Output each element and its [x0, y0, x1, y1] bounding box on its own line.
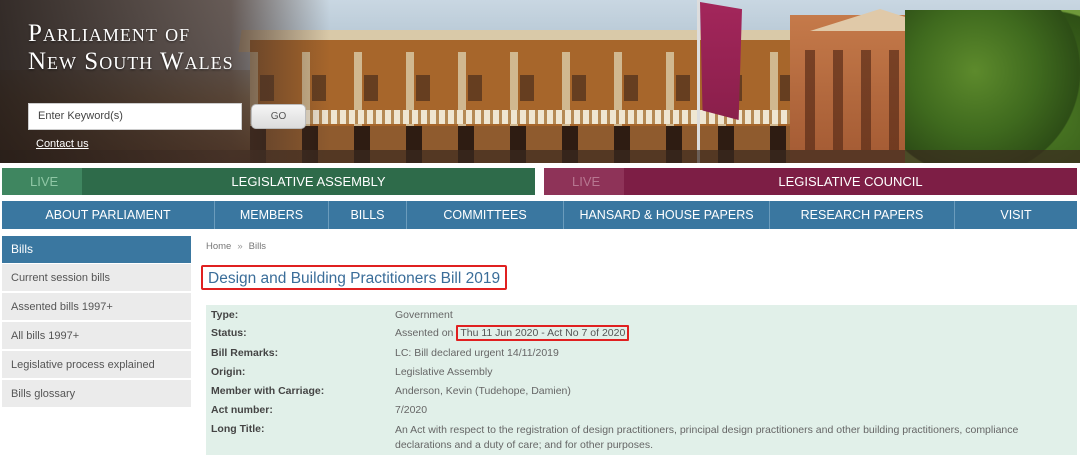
status-value-wrap: Assented on Thu 11 Jun 2020 - Act No 7 o…	[395, 325, 630, 341]
sidebar-heading-bills[interactable]: Bills	[2, 236, 191, 263]
nav-item-committees[interactable]: COMMITTEES	[407, 201, 564, 229]
breadcrumb-home[interactable]: Home	[206, 241, 231, 252]
nav-item-about-parliament[interactable]: ABOUT PARLIAMENT	[2, 201, 215, 229]
member-value[interactable]: Anderson, Kevin (Tudehope, Damien)	[395, 385, 571, 397]
member-label: Member with Carriage:	[211, 385, 325, 397]
long-title-label: Long Title:	[211, 423, 265, 435]
main-nav: ABOUT PARLIAMENT MEMBERS BILLS COMMITTEE…	[2, 201, 1077, 229]
flagpole	[697, 0, 700, 163]
assembly-live-button[interactable]: LIVE	[2, 168, 82, 195]
contact-us-link[interactable]: Contact us	[36, 138, 89, 150]
sidebar-item-all-bills[interactable]: All bills 1997+	[2, 322, 191, 350]
sidebar: Bills Current session bills Assented bil…	[2, 236, 191, 408]
nav-item-hansard[interactable]: HANSARD & HOUSE PAPERS	[564, 201, 770, 229]
go-button[interactable]: GO	[251, 104, 306, 129]
council-label: LEGISLATIVE COUNCIL	[778, 174, 923, 189]
header-banner: Parliament of New South Wales Enter Keyw…	[0, 0, 1080, 163]
breadcrumb-separator: »	[237, 241, 243, 252]
sidebar-item-assented-bills[interactable]: Assented bills 1997+	[2, 293, 191, 321]
status-label: Status:	[211, 327, 247, 339]
legislative-assembly-bar[interactable]: LIVE LEGISLATIVE ASSEMBLY	[2, 168, 535, 195]
long-title-value: An Act with respect to the registration …	[395, 424, 1019, 451]
status-prefix: Assented on	[395, 327, 454, 339]
nav-item-bills[interactable]: BILLS	[329, 201, 407, 229]
origin-label: Origin:	[211, 366, 246, 378]
site-title-line2: New South Wales	[28, 48, 234, 75]
site-title-line1: Parliament of	[28, 20, 191, 47]
nav-item-members[interactable]: MEMBERS	[215, 201, 329, 229]
sidebar-item-bills-glossary[interactable]: Bills glossary	[2, 380, 191, 408]
page-title: Design and Building Practitioners Bill 2…	[201, 265, 508, 290]
bill-details-panel: Type: Government Status: Assented on Thu…	[206, 305, 1077, 455]
remarks-label: Bill Remarks:	[211, 347, 279, 359]
status-value-highlight: Thu 11 Jun 2020 - Act No 7 of 2020	[456, 325, 630, 341]
council-live-button[interactable]: LIVE	[544, 168, 624, 195]
nav-item-visit[interactable]: VISIT	[955, 201, 1077, 229]
type-value: Government	[395, 309, 453, 321]
nav-item-research-papers[interactable]: RESEARCH PAPERS	[770, 201, 955, 229]
sidebar-item-legislative-process[interactable]: Legislative process explained	[2, 351, 191, 379]
banner-flag	[700, 2, 742, 120]
breadcrumb-bills[interactable]: Bills	[249, 241, 266, 252]
remarks-value: LC: Bill declared urgent 14/11/2019	[395, 347, 559, 359]
origin-value: Legislative Assembly	[395, 366, 493, 378]
site-logo-title[interactable]: Parliament of New South Wales	[28, 20, 234, 76]
act-number-value: 7/2020	[395, 404, 428, 416]
legislative-council-bar[interactable]: LIVE LEGISLATIVE COUNCIL	[544, 168, 1077, 195]
assembly-label: LEGISLATIVE ASSEMBLY	[231, 174, 386, 189]
sidebar-item-current-session[interactable]: Current session bills	[2, 264, 191, 292]
breadcrumb: Home » Bills	[206, 241, 266, 252]
type-label: Type:	[211, 309, 239, 321]
act-number-label: Act number:	[211, 404, 273, 416]
banner-trees	[905, 10, 1080, 163]
search-input[interactable]: Enter Keyword(s)	[28, 103, 242, 130]
